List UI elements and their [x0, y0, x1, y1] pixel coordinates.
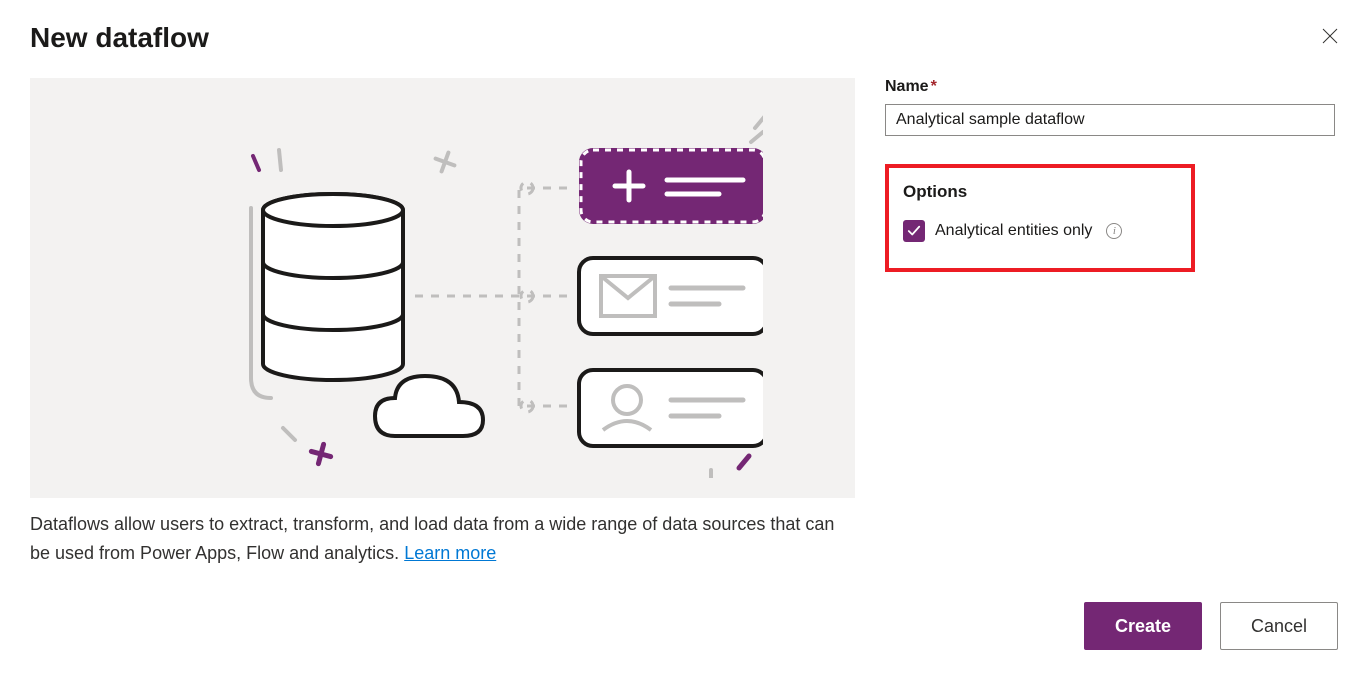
- dataflow-illustration: [123, 98, 763, 478]
- name-input[interactable]: [885, 104, 1335, 136]
- options-heading: Options: [903, 182, 1177, 202]
- create-button[interactable]: Create: [1084, 602, 1202, 650]
- options-highlight-box: Options Analytical entities only i: [885, 164, 1195, 272]
- name-label-text: Name: [885, 78, 929, 95]
- name-label: Name*: [885, 78, 1335, 96]
- close-button[interactable]: [1316, 22, 1344, 50]
- learn-more-link[interactable]: Learn more: [404, 543, 496, 563]
- info-icon[interactable]: i: [1106, 223, 1122, 239]
- checkmark-icon: [907, 224, 921, 238]
- dialog-description: Dataflows allow users to extract, transf…: [30, 510, 855, 568]
- analytical-entities-checkbox[interactable]: [903, 220, 925, 242]
- dialog-title: New dataflow: [30, 22, 209, 54]
- analytical-entities-label[interactable]: Analytical entities only: [935, 222, 1092, 240]
- illustration-panel: [30, 78, 855, 498]
- cancel-button[interactable]: Cancel: [1220, 602, 1338, 650]
- close-icon: [1322, 28, 1338, 44]
- required-asterisk: *: [931, 78, 937, 95]
